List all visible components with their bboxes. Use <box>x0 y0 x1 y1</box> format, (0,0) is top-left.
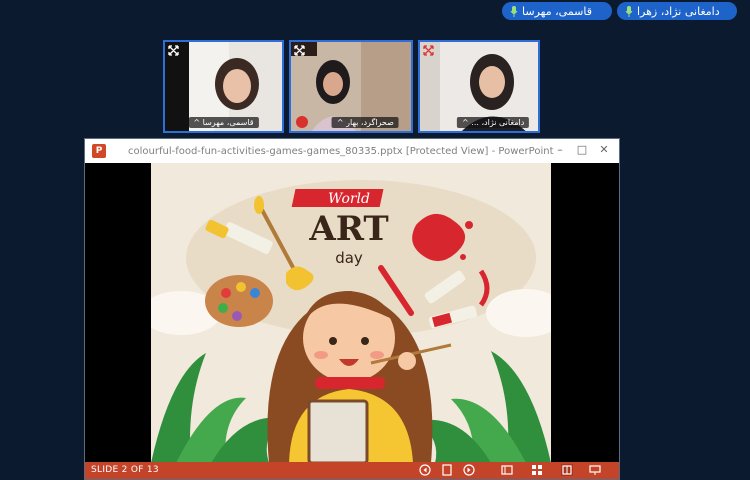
participant-tile[interactable]: صحراگرد، بهار ^ <box>289 40 413 133</box>
participant-name-text: قاسمی، مهرسا <box>202 118 254 127</box>
participant-name: قاسمی، مهرسا ^ <box>188 117 259 128</box>
normal-view-icon[interactable] <box>501 464 513 476</box>
slide-canvas: World ART day <box>85 163 619 463</box>
slide-illustration: World ART day <box>151 180 551 463</box>
expand-icon[interactable] <box>294 45 305 56</box>
powerpoint-window: P colourful-food-fun-activities-games-ga… <box>84 138 620 480</box>
maximize-icon[interactable]: □ <box>575 143 589 157</box>
close-icon[interactable]: ✕ <box>597 143 611 157</box>
participant-name-text: دامغانی نژاد، ... <box>471 118 525 127</box>
prev-slide-icon[interactable] <box>419 464 431 476</box>
slide-title-bottom: day <box>335 249 363 267</box>
speaker-name: دامغانی نژاد، زهرا <box>637 4 720 18</box>
speaker-pill[interactable]: دامغانی نژاد، زهرا <box>617 2 737 20</box>
window-titlebar: P colourful-food-fun-activities-games-ga… <box>85 139 619 163</box>
speaker-pill[interactable]: قاسمی، مهرسا <box>502 2 612 20</box>
minimize-icon[interactable]: – <box>553 143 567 157</box>
speaker-name: قاسمی، مهرسا <box>522 4 593 18</box>
window-title: colourful-food-fun-activities-games-game… <box>128 145 554 157</box>
slide-sorter-icon[interactable] <box>531 464 543 476</box>
next-slide-icon[interactable] <box>463 464 475 476</box>
mic-icon <box>625 5 633 17</box>
slide-title-top: World <box>328 191 370 207</box>
participant-name: دامغانی نژاد، ... ^ <box>457 117 530 128</box>
participant-tile[interactable]: دامغانی نژاد، ... ^ <box>418 40 540 133</box>
slide-indicator: SLIDE 2 OF 13 <box>91 465 159 475</box>
mic-off-icon <box>296 116 308 128</box>
reading-view-icon[interactable] <box>561 464 573 476</box>
expand-icon[interactable] <box>423 45 434 56</box>
slide: World ART day <box>151 163 551 463</box>
participant-tile[interactable]: قاسمی، مهرسا ^ <box>163 40 284 133</box>
slide-notes-icon[interactable] <box>441 464 453 476</box>
status-bar: SLIDE 2 OF 13 <box>85 462 619 479</box>
participant-name: صحراگرد، بهار ^ <box>331 117 399 128</box>
participant-name-text: صحراگرد، بهار <box>346 118 394 127</box>
slideshow-icon[interactable] <box>589 464 601 476</box>
mic-icon <box>510 5 518 17</box>
expand-icon[interactable] <box>168 45 179 56</box>
powerpoint-logo-icon: P <box>92 144 106 158</box>
slide-title-main: ART <box>308 209 388 249</box>
